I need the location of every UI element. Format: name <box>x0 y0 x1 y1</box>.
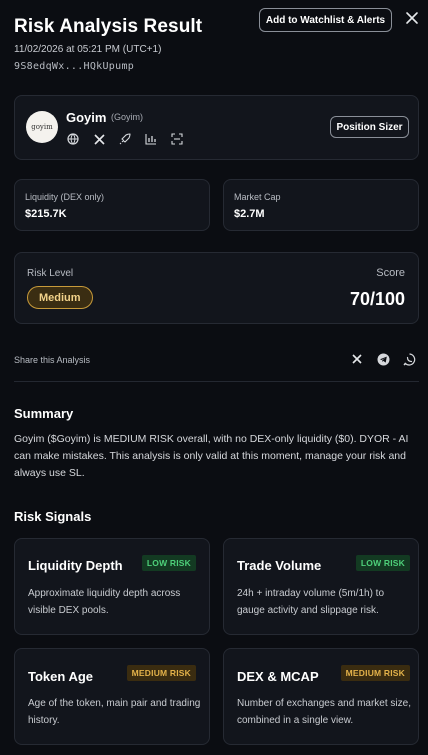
low-risk-badge: LOW RISK <box>355 555 410 571</box>
market-cap-card: Market Cap $2.7M <box>223 179 419 231</box>
summary-title: Summary <box>14 406 74 421</box>
divider <box>14 381 419 382</box>
token-card: goyim Goyim (Goyim) Position Sizer <box>14 95 419 160</box>
scan-icon[interactable] <box>170 132 184 146</box>
market-cap-value: $2.7M <box>234 208 265 220</box>
summary-text: Goyim ($Goyim) is MEDIUM RISK overall, w… <box>14 433 409 479</box>
share-x-icon[interactable] <box>350 352 364 366</box>
x-icon[interactable] <box>92 132 106 146</box>
token-logo: goyim <box>26 111 58 143</box>
token-address[interactable]: 9S8edqWx...HQkUpump <box>14 61 134 72</box>
liquidity-value: $215.7K <box>25 208 67 220</box>
signal-description: 24h + intraday volume (5m/1h) to gauge a… <box>237 588 385 616</box>
rocket-icon[interactable] <box>118 132 132 146</box>
score-value: 70/100 <box>349 289 405 309</box>
position-sizer-button[interactable]: Position Sizer <box>330 116 409 138</box>
share-label: Share this Analysis <box>14 355 91 365</box>
token-links <box>66 132 184 146</box>
medium-risk-badge: MEDIUM RISK <box>126 665 196 681</box>
low-risk-badge: LOW RISK <box>141 555 196 571</box>
analysis-date: 11/02/2026 at 05:21 PM (UTC+1) <box>14 44 162 55</box>
telegram-icon[interactable] <box>376 352 390 366</box>
page-title: Risk Analysis Result <box>14 16 203 37</box>
signal-title: DEX & MCAP <box>237 669 319 684</box>
globe-icon[interactable] <box>66 132 80 146</box>
signal-description: Approximate liquidity depth across visib… <box>28 588 181 616</box>
signal-title: Trade Volume <box>237 558 322 573</box>
signal-card-dex-mcap: DEX & MCAP MEDIUM RISK Number of exchang… <box>223 648 419 745</box>
medium-risk-badge: MEDIUM RISK <box>340 665 410 681</box>
signal-description: Number of exchanges and market size, com… <box>237 698 411 726</box>
token-name: Goyim <box>66 110 107 125</box>
liquidity-card: Liquidity (DEX only) $215.7K <box>14 179 210 231</box>
chart-icon[interactable] <box>144 132 158 146</box>
risk-level-card: Risk Level Medium Score 70/100 <box>14 252 419 324</box>
market-cap-label: Market Cap <box>234 192 281 202</box>
signal-card-trade-volume: Trade Volume LOW RISK 24h + intraday vol… <box>223 538 419 635</box>
risk-level-badge: Medium <box>27 286 93 309</box>
signal-description: Age of the token, main pair and trading … <box>28 698 201 726</box>
risk-level-label: Risk Level <box>27 268 74 279</box>
share-buttons <box>350 352 416 366</box>
liquidity-label: Liquidity (DEX only) <box>25 192 105 202</box>
risk-signals-title: Risk Signals <box>14 509 92 524</box>
token-ticker: (Goyim) <box>111 112 143 122</box>
signal-title: Token Age <box>28 669 94 684</box>
add-to-watchlist-button[interactable]: Add to Watchlist & Alerts <box>259 8 392 32</box>
signal-card-liquidity-depth: Liquidity Depth LOW RISK Approximate liq… <box>14 538 210 635</box>
signal-title: Liquidity Depth <box>28 558 123 573</box>
whatsapp-icon[interactable] <box>402 352 416 366</box>
score-label: Score <box>376 267 405 279</box>
signal-card-token-age: Token Age MEDIUM RISK Age of the token, … <box>14 648 210 745</box>
close-icon[interactable] <box>404 11 420 27</box>
